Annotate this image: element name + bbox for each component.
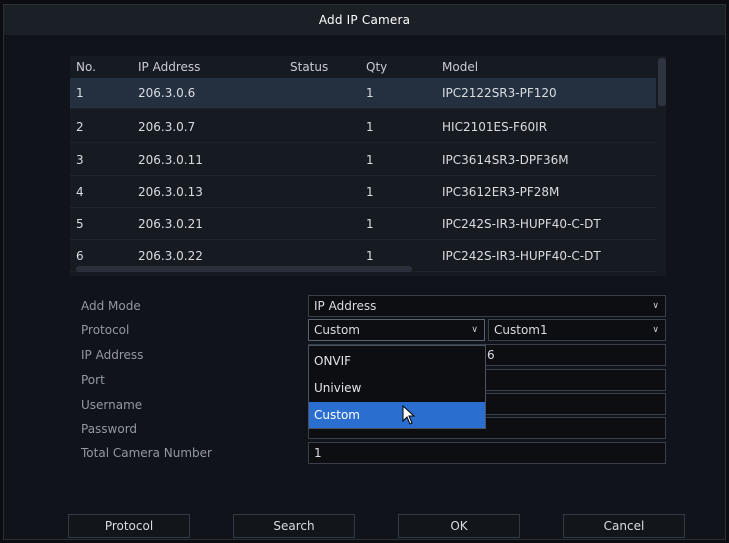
cancel-button[interactable]: Cancel bbox=[563, 514, 685, 538]
cell-model: IPC3612ER3-PF28M bbox=[442, 185, 560, 199]
protocol-dropdown-menu: ONVIF Uniview Custom bbox=[308, 345, 486, 429]
ip-address-value: 6 bbox=[487, 348, 495, 362]
cell-ip: 206.3.0.11 bbox=[138, 153, 203, 167]
username-label: Username bbox=[81, 398, 143, 412]
cell-model: IPC2122SR3-PF120 bbox=[442, 86, 557, 100]
mouse-pointer-icon bbox=[402, 405, 416, 425]
col-header-no[interactable]: No. bbox=[76, 60, 96, 74]
total-camera-number-value: 1 bbox=[314, 446, 322, 460]
table-row[interactable]: 1 206.3.0.6 1 IPC2122SR3-PF120 bbox=[70, 78, 656, 109]
chevron-down-icon: ∨ bbox=[471, 325, 478, 335]
search-button[interactable]: Search bbox=[233, 514, 355, 538]
chevron-down-icon: ∨ bbox=[652, 301, 659, 311]
cell-no: 4 bbox=[76, 185, 84, 199]
col-header-model[interactable]: Model bbox=[442, 60, 478, 74]
cell-ip: 206.3.0.6 bbox=[138, 86, 196, 100]
table-vertical-scrollbar[interactable] bbox=[658, 58, 666, 106]
add-ip-camera-dialog: Add IP Camera No. IP Address Status Qty … bbox=[3, 4, 726, 540]
table-row[interactable]: 4 206.3.0.13 1 IPC3612ER3-PF28M bbox=[70, 177, 656, 208]
table-horizontal-scrollbar[interactable] bbox=[76, 266, 412, 272]
cell-no: 3 bbox=[76, 153, 84, 167]
cell-no: 1 bbox=[76, 86, 84, 100]
table-header: No. IP Address Status Qty Model bbox=[70, 56, 666, 80]
cell-ip: 206.3.0.13 bbox=[138, 185, 203, 199]
protocol-select[interactable]: Custom ∨ bbox=[308, 319, 485, 341]
protocol-value: Custom bbox=[314, 323, 360, 337]
dialog-title: Add IP Camera bbox=[4, 5, 725, 35]
cell-model: IPC3614SR3-DPF36M bbox=[442, 153, 569, 167]
total-camera-number-input[interactable]: 1 bbox=[308, 442, 666, 464]
col-header-status[interactable]: Status bbox=[290, 60, 328, 74]
protocol-option-uniview[interactable]: Uniview bbox=[309, 375, 485, 401]
camera-table: No. IP Address Status Qty Model 1 206.3.… bbox=[70, 56, 666, 276]
add-mode-label: Add Mode bbox=[81, 299, 141, 313]
cell-qty: 1 bbox=[366, 217, 374, 231]
table-row[interactable]: 3 206.3.0.11 1 IPC3614SR3-DPF36M bbox=[70, 145, 656, 176]
cell-model: IPC242S-IR3-HUPF40-C-DT bbox=[442, 249, 601, 263]
cell-qty: 1 bbox=[366, 86, 374, 100]
cell-no: 2 bbox=[76, 120, 84, 134]
cell-ip: 206.3.0.7 bbox=[138, 120, 196, 134]
chevron-down-icon: ∨ bbox=[652, 325, 659, 335]
add-mode-select[interactable]: IP Address ∨ bbox=[308, 295, 666, 317]
password-label: Password bbox=[81, 422, 138, 436]
ip-address-label: IP Address bbox=[81, 348, 144, 362]
cell-no: 5 bbox=[76, 217, 84, 231]
protocol-option-custom-label: Custom bbox=[314, 408, 360, 422]
table-row[interactable]: 2 206.3.0.7 1 HIC2101ES-F60IR bbox=[70, 112, 656, 143]
col-header-ip[interactable]: IP Address bbox=[138, 60, 200, 74]
table-row[interactable]: 5 206.3.0.21 1 IPC242S-IR3-HUPF40-C-DT bbox=[70, 209, 656, 240]
protocol-label: Protocol bbox=[81, 323, 130, 337]
custom-protocol-value: Custom1 bbox=[494, 323, 548, 337]
protocol-option-custom[interactable]: Custom bbox=[309, 402, 485, 428]
custom-protocol-select[interactable]: Custom1 ∨ bbox=[488, 319, 666, 341]
total-camera-number-label: Total Camera Number bbox=[81, 446, 212, 460]
col-header-qty[interactable]: Qty bbox=[366, 60, 387, 74]
cell-model: HIC2101ES-F60IR bbox=[442, 120, 548, 134]
port-label: Port bbox=[81, 373, 105, 387]
protocol-button[interactable]: Protocol bbox=[68, 514, 190, 538]
cell-qty: 1 bbox=[366, 153, 374, 167]
cell-qty: 1 bbox=[366, 185, 374, 199]
ok-button[interactable]: OK bbox=[398, 514, 520, 538]
cell-qty: 1 bbox=[366, 120, 374, 134]
cell-model: IPC242S-IR3-HUPF40-C-DT bbox=[442, 217, 601, 231]
protocol-option-onvif[interactable]: ONVIF bbox=[309, 348, 485, 374]
cell-ip: 206.3.0.21 bbox=[138, 217, 203, 231]
add-mode-value: IP Address bbox=[314, 299, 377, 313]
